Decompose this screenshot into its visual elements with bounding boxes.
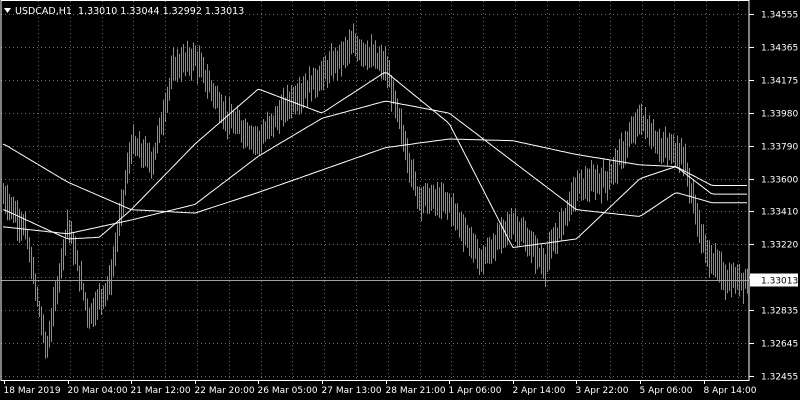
x-tick-label: 18 Mar 2019	[4, 386, 61, 396]
chart-header: USDCAD,H1 1.33010 1.33044 1.32992 1.3301…	[4, 6, 244, 17]
y-tick-label: 1.34555	[761, 11, 798, 21]
x-tick-label: 26 Mar 05:00	[258, 386, 318, 396]
y-tick-label: 1.33980	[761, 110, 798, 120]
x-tick-label: 1 Apr 06:00	[449, 386, 502, 396]
y-tick-label: 1.33790	[761, 143, 798, 153]
x-tick-label: 8 Apr 14:00	[704, 386, 757, 396]
x-tick-label: 21 Mar 12:00	[131, 386, 191, 396]
x-tick-label: 5 Apr 06:00	[640, 386, 693, 396]
y-tick-label: 1.33600	[761, 176, 798, 186]
chart-background	[0, 0, 800, 400]
current-price-label: 1.33013	[750, 273, 798, 287]
x-tick-label: 20 Mar 04:00	[68, 386, 128, 396]
y-tick-label: 1.34175	[761, 77, 798, 87]
y-tick-label: 1.32645	[761, 340, 798, 350]
x-tick-label: 2 Apr 14:00	[513, 386, 566, 396]
x-tick-label: 3 Apr 22:00	[576, 386, 629, 396]
x-tick-label: 22 Mar 20:00	[195, 386, 255, 396]
price-chart[interactable]: 1.34555 1.34365 1.34175 1.33980 1.33790 1.336…	[0, 0, 800, 400]
x-tick-label: 27 Mar 13:00	[322, 386, 382, 396]
y-tick-label: 1.32455	[761, 373, 798, 383]
y-tick-label: 1.34365	[761, 44, 798, 54]
ohlc-quotes: 1.33010 1.33044 1.32992 1.33013	[78, 6, 244, 17]
y-tick-label: 1.33220	[761, 241, 798, 251]
y-tick-label: 1.33410	[761, 208, 798, 218]
symbol-label: USDCAD,H1	[15, 6, 72, 17]
x-tick-label: 28 Mar 21:00	[386, 386, 446, 396]
y-tick-label: 1.32835	[761, 307, 798, 317]
current-price-text: 1.33013	[761, 277, 798, 287]
